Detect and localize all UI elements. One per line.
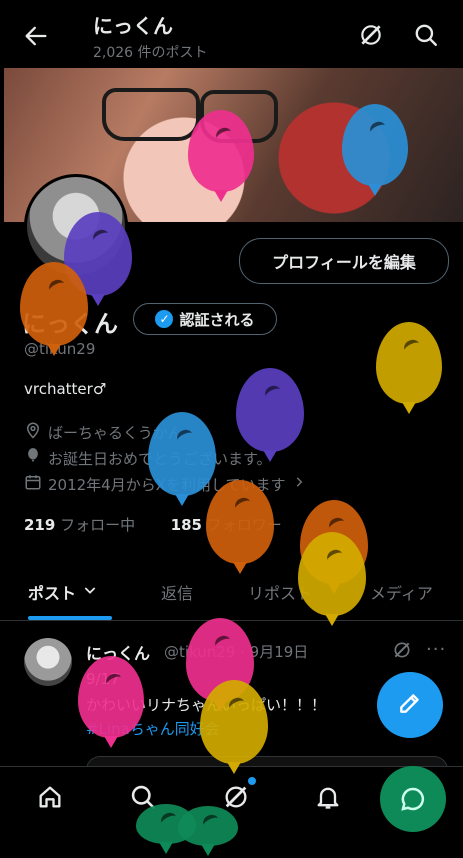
followers-count: 185 — [170, 516, 202, 534]
compose-icon — [397, 690, 423, 720]
post-grok-icon[interactable] — [392, 640, 412, 664]
post-count: 2,026 件のポスト — [93, 45, 208, 61]
balloon-icon — [24, 447, 42, 469]
home-icon[interactable] — [36, 783, 64, 811]
post-text-line1: 9/17 — [86, 670, 120, 688]
following-label: フォロー中 — [60, 516, 136, 534]
nav-grok-icon[interactable] — [222, 783, 250, 811]
followers-label: フォロワー — [206, 516, 282, 534]
chevron-down-icon — [82, 582, 98, 602]
post-author-name[interactable]: にっくん — [86, 640, 150, 664]
following-link[interactable]: 219 フォロー中 — [24, 516, 135, 534]
notifications-icon[interactable] — [314, 783, 342, 811]
tab-posts[interactable]: ポスト — [28, 580, 98, 604]
edit-profile-button[interactable]: プロフィールを編集 — [239, 238, 449, 284]
tab-reposts[interactable]: リポスト — [248, 580, 312, 604]
notification-dot — [248, 777, 256, 785]
get-verified-button[interactable]: ✓ 認証される — [133, 303, 277, 335]
profile-header: にっくん 2,026 件のポスト — [0, 0, 463, 68]
messages-icon[interactable] — [380, 766, 446, 832]
nav-search-icon[interactable] — [129, 783, 157, 811]
grok-icon[interactable] — [358, 22, 384, 48]
banner-image-detail — [200, 90, 278, 143]
more-icon[interactable]: ··· — [426, 639, 446, 660]
calendar-icon — [24, 473, 42, 495]
post-text-line2: かわいいリナちゃんいっぱい！！！ — [86, 696, 327, 714]
balloon-icon — [376, 322, 442, 416]
get-verified-label: 認証される — [179, 310, 255, 329]
banner-image — [102, 88, 200, 141]
followers-link[interactable]: 185 フォロワー — [171, 516, 282, 534]
tab-posts-label: ポスト — [28, 584, 77, 603]
profile-tabs: ポスト 返信 リポスト メディア — [0, 564, 463, 621]
tab-media[interactable]: メディア — [370, 580, 433, 604]
tab-replies[interactable]: 返信 — [161, 580, 193, 604]
location-row: ばーちゃるくうかん — [24, 421, 183, 443]
compose-button[interactable] — [377, 672, 443, 738]
back-arrow-icon[interactable] — [22, 22, 50, 50]
joined-text: 2012年4月からXを利用しています — [48, 475, 286, 494]
birthday-row: お誕生日おめでとうございます。 — [24, 447, 272, 469]
avatar[interactable] — [24, 174, 128, 278]
active-tab-indicator — [28, 616, 112, 620]
bio: vrchatter♂ — [24, 380, 107, 398]
user-handle: @tikun29 — [24, 340, 96, 358]
location-icon — [24, 421, 42, 443]
follow-stats: 219 フォロー中 185 フォロワー — [24, 514, 282, 535]
location-text: ばーちゃるくうかん — [48, 423, 183, 442]
chevron-right-icon — [292, 475, 306, 493]
verified-check-icon: ✓ — [155, 310, 174, 328]
post-hashtag[interactable]: #Linaちゃん同好会 — [86, 718, 220, 739]
display-name: にっくん — [22, 310, 118, 338]
header-title: にっくん — [93, 14, 173, 38]
search-icon[interactable] — [413, 22, 439, 48]
birthday-text: お誕生日おめでとうございます。 — [48, 449, 272, 468]
post-handle-date: @tikun29 · 9月19日 — [164, 643, 309, 661]
joined-row[interactable]: 2012年4月からXを利用しています — [24, 473, 306, 495]
post-avatar[interactable] — [24, 638, 72, 686]
following-count: 219 — [24, 516, 56, 534]
